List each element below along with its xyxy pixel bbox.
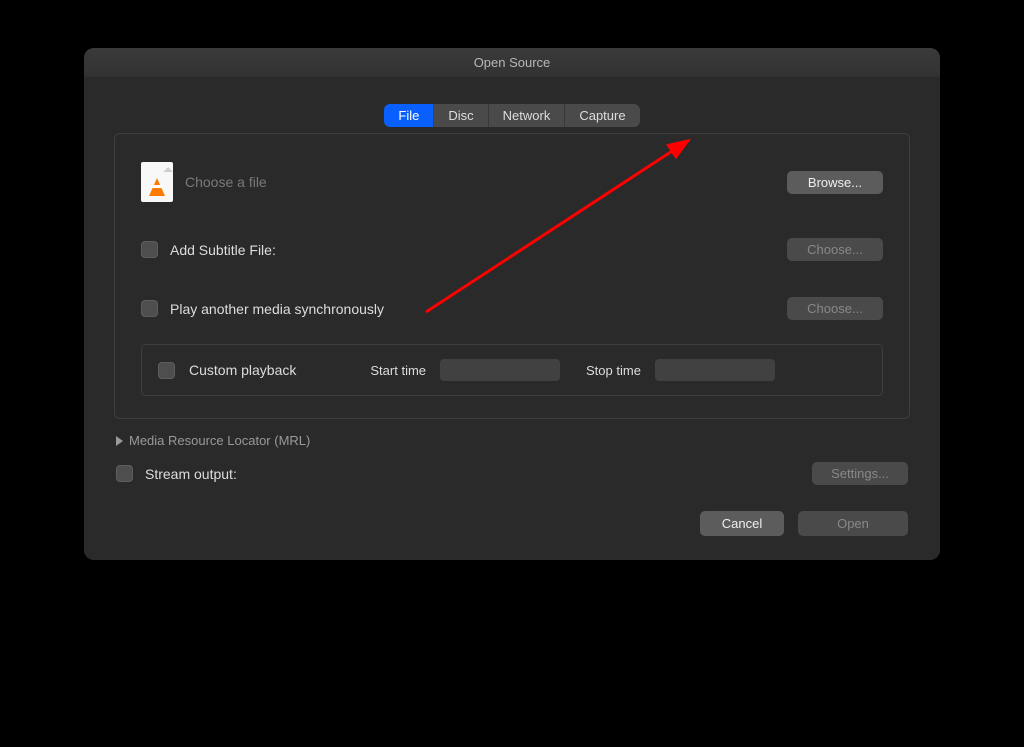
stream-settings-button[interactable]: Settings... (812, 462, 908, 485)
open-source-dialog: Open Source File Disc Network Capture Ch… (84, 48, 940, 560)
stop-time-input[interactable] (655, 359, 775, 381)
cancel-button[interactable]: Cancel (700, 511, 784, 536)
subtitle-left: Add Subtitle File: (141, 241, 276, 258)
stop-time-label: Stop time (586, 363, 641, 378)
tab-capture[interactable]: Capture (565, 104, 639, 127)
mrl-label: Media Resource Locator (MRL) (129, 433, 310, 448)
custom-playback-label: Custom playback (189, 362, 296, 378)
open-button[interactable]: Open (798, 511, 908, 536)
tab-disc[interactable]: Disc (434, 104, 488, 127)
vlc-file-icon (141, 162, 173, 202)
choose-file-placeholder: Choose a file (185, 174, 267, 190)
sync-media-label: Play another media synchronously (170, 301, 384, 317)
subtitle-label: Add Subtitle File: (170, 242, 276, 258)
subtitle-row: Add Subtitle File: Choose... (141, 238, 883, 261)
subtitle-choose-button[interactable]: Choose... (787, 238, 883, 261)
custom-playback-panel: Custom playback Start time Stop time (141, 344, 883, 396)
dialog-footer: Cancel Open (114, 511, 910, 536)
sync-media-checkbox[interactable] (141, 300, 158, 317)
stream-output-left: Stream output: (116, 465, 237, 482)
tab-file[interactable]: File (384, 104, 434, 127)
vlc-cone-icon (149, 178, 165, 196)
tab-bar: File Disc Network Capture (114, 104, 910, 127)
sync-media-left: Play another media synchronously (141, 300, 384, 317)
tab-network[interactable]: Network (489, 104, 566, 127)
stream-output-label: Stream output: (145, 466, 237, 482)
custom-playback-checkbox[interactable] (158, 362, 175, 379)
chevron-right-icon (116, 436, 123, 446)
browse-button[interactable]: Browse... (787, 171, 883, 194)
subtitle-checkbox[interactable] (141, 241, 158, 258)
dialog-body: File Disc Network Capture Choose a file … (84, 78, 940, 560)
tab-group: File Disc Network Capture (384, 104, 639, 127)
stream-output-row: Stream output: Settings... (114, 458, 910, 489)
start-time-input[interactable] (440, 359, 560, 381)
stream-output-checkbox[interactable] (116, 465, 133, 482)
file-panel: Choose a file Browse... Add Subtitle Fil… (114, 133, 910, 419)
dialog-title: Open Source (474, 55, 551, 70)
start-time-label: Start time (370, 363, 426, 378)
choose-file-left: Choose a file (141, 162, 267, 202)
mrl-disclosure[interactable]: Media Resource Locator (MRL) (116, 433, 910, 448)
titlebar: Open Source (84, 48, 940, 78)
choose-file-row: Choose a file Browse... (141, 162, 883, 202)
sync-media-row: Play another media synchronously Choose.… (141, 297, 883, 320)
sync-media-choose-button[interactable]: Choose... (787, 297, 883, 320)
